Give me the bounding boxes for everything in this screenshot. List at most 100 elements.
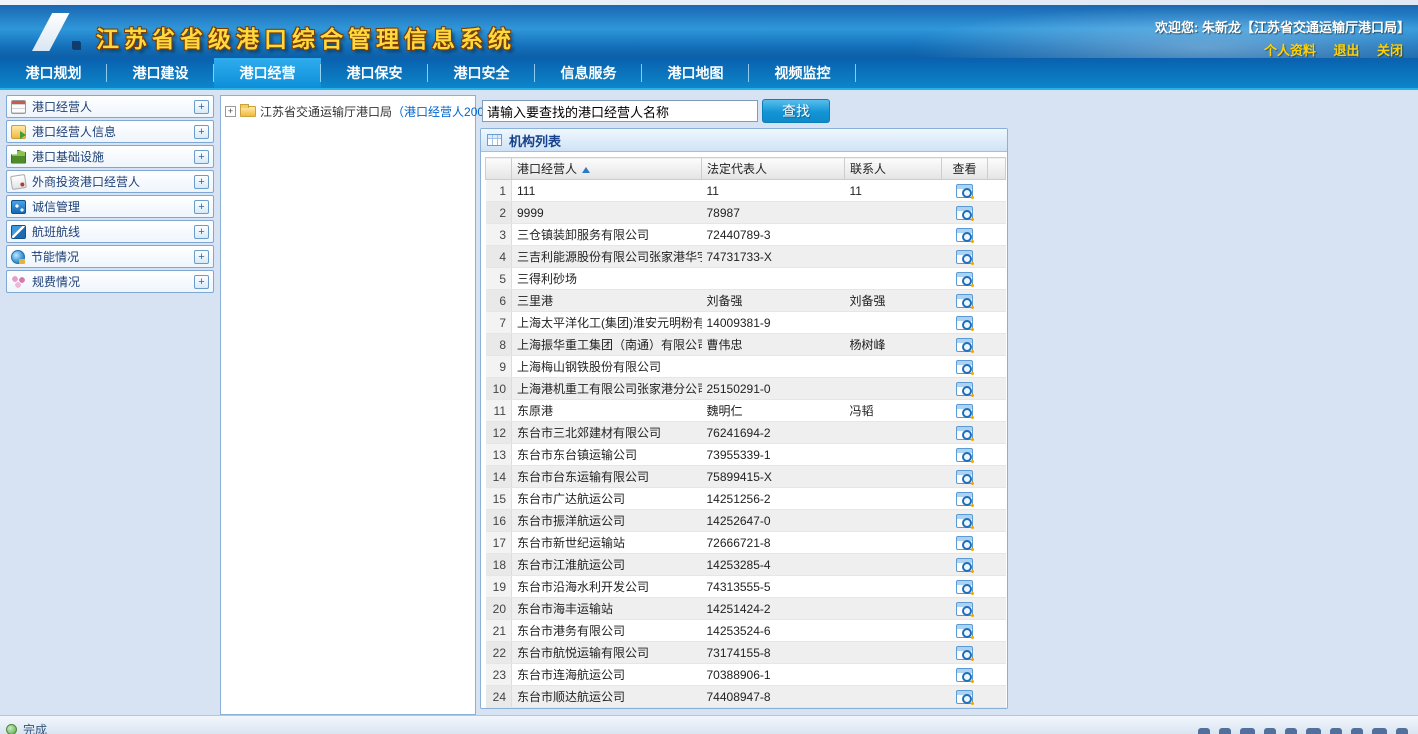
view-icon[interactable]	[956, 602, 973, 616]
cell-view	[942, 664, 988, 686]
cell-legal	[702, 268, 845, 290]
sidebar-item-4[interactable]: 外商投资港口经营人+	[6, 170, 214, 193]
cell-contact: 杨树峰	[845, 334, 942, 356]
view-icon[interactable]	[956, 382, 973, 396]
app-logo-dot-icon	[72, 41, 80, 49]
cell-view	[942, 532, 988, 554]
taskbar-icon	[1306, 728, 1321, 734]
cell-num: 7	[486, 312, 512, 334]
view-icon[interactable]	[956, 272, 973, 286]
nav-tabs: 港口规划港口建设港口经营港口保安港口安全信息服务港口地图视频监控	[0, 58, 1418, 90]
expand-plus-button[interactable]: +	[194, 200, 209, 214]
route-icon	[11, 225, 26, 239]
view-icon[interactable]	[956, 646, 973, 660]
tab-8[interactable]: 视频监控	[749, 58, 856, 88]
sidebar-item-7[interactable]: 节能情况+	[6, 245, 214, 268]
cell-num: 2	[486, 202, 512, 224]
profile-link[interactable]: 个人资料	[1264, 43, 1316, 58]
sidebar-item-6[interactable]: 航班航线+	[6, 220, 214, 243]
table-row: 24东台市顺达航运公司74408947-8	[486, 686, 1006, 708]
table-row: 12东台市三北郊建材有限公司76241694-2	[486, 422, 1006, 444]
cell-name: 东台市新世纪运输站	[512, 532, 702, 554]
cell-view	[942, 400, 988, 422]
close-link[interactable]: 关闭	[1377, 43, 1403, 58]
table-row: 11111111	[486, 180, 1006, 202]
logout-link[interactable]: 退出	[1334, 43, 1360, 58]
view-icon[interactable]	[956, 338, 973, 352]
sidebar-item-2[interactable]: 港口经营人信息+	[6, 120, 214, 143]
view-icon[interactable]	[956, 228, 973, 242]
cell-num: 16	[486, 510, 512, 532]
expand-plus-button[interactable]: +	[194, 225, 209, 239]
view-icon[interactable]	[956, 360, 973, 374]
expand-plus-button[interactable]: +	[194, 250, 209, 264]
cell-num: 5	[486, 268, 512, 290]
cell-view	[942, 378, 988, 400]
view-icon[interactable]	[956, 558, 973, 572]
org-list-panel: 机构列表 港口经营人 法定代表人 联系人 查看 111111112	[480, 128, 1008, 709]
expand-plus-button[interactable]: +	[194, 275, 209, 289]
col-header-contact[interactable]: 联系人	[845, 158, 942, 180]
tree-node-label[interactable]: 江苏省交通运输厅港口局	[260, 103, 392, 120]
sidebar-item-1[interactable]: 港口经营人+	[6, 95, 214, 118]
view-icon[interactable]	[956, 184, 973, 198]
view-icon[interactable]	[956, 206, 973, 220]
page-body: 港口经营人+港口经营人信息+港口基础设施+外商投资港口经营人+诚信管理+航班航线…	[0, 92, 1418, 715]
tab-7[interactable]: 港口地图	[642, 58, 749, 88]
search-input[interactable]	[482, 100, 758, 122]
table-row: 14东台市台东运输有限公司75899415-X	[486, 466, 1006, 488]
expand-plus-button[interactable]: +	[194, 175, 209, 189]
table-row: 22东台市航悦运输有限公司73174155-8	[486, 642, 1006, 664]
view-icon[interactable]	[956, 514, 973, 528]
search-button[interactable]: 查找	[762, 99, 830, 123]
cell-view	[942, 290, 988, 312]
view-icon[interactable]	[956, 624, 973, 638]
cell-num: 23	[486, 664, 512, 686]
view-icon[interactable]	[956, 668, 973, 682]
cell-num: 1	[486, 180, 512, 202]
tree-node-root[interactable]: + 江苏省交通运输厅港口局（港口经营人2007）	[225, 103, 471, 120]
col-header-operator[interactable]: 港口经营人	[512, 158, 702, 180]
view-icon[interactable]	[956, 470, 973, 484]
expand-plus-button[interactable]: +	[194, 150, 209, 164]
panel-header: 机构列表	[481, 129, 1007, 152]
view-icon[interactable]	[956, 690, 973, 704]
expand-plus-button[interactable]: +	[194, 100, 209, 114]
view-icon[interactable]	[956, 492, 973, 506]
view-icon[interactable]	[956, 316, 973, 330]
cell-view	[942, 466, 988, 488]
view-icon[interactable]	[956, 536, 973, 550]
tab-1[interactable]: 港口规划	[0, 58, 107, 88]
view-icon[interactable]	[956, 250, 973, 264]
cell-contact: 刘备强	[845, 290, 942, 312]
tab-3[interactable]: 港口经营	[214, 58, 321, 88]
sidebar-item-3[interactable]: 港口基础设施+	[6, 145, 214, 168]
tab-6[interactable]: 信息服务	[535, 58, 642, 88]
tree-expand-icon[interactable]: +	[225, 106, 236, 117]
tab-4[interactable]: 港口保安	[321, 58, 428, 88]
table-row: 7上海太平洋化工(集团)淮安元明粉有...14009381-9	[486, 312, 1006, 334]
cell-contact	[845, 620, 942, 642]
taskbar-icon	[1330, 728, 1342, 734]
tab-2[interactable]: 港口建设	[107, 58, 214, 88]
view-icon[interactable]	[956, 404, 973, 418]
sidebar-item-8[interactable]: 规费情况+	[6, 270, 214, 293]
view-icon[interactable]	[956, 426, 973, 440]
doc-icon	[11, 100, 26, 114]
col-header-legal-rep[interactable]: 法定代表人	[702, 158, 845, 180]
table-row: 4三吉利能源股份有限公司张家港华宇...74731733-X	[486, 246, 1006, 268]
sidebar-item-5[interactable]: 诚信管理+	[6, 195, 214, 218]
cell-view	[942, 554, 988, 576]
tab-5[interactable]: 港口安全	[428, 58, 535, 88]
sort-asc-icon	[582, 167, 590, 173]
expand-plus-button[interactable]: +	[194, 125, 209, 139]
table-row: 17东台市新世纪运输站72666721-8	[486, 532, 1006, 554]
cell-spacer	[988, 422, 1006, 444]
view-icon[interactable]	[956, 294, 973, 308]
view-icon[interactable]	[956, 448, 973, 462]
welcome-text: 欢迎您: 朱新龙【江苏省交通运输厅港口局】	[1155, 17, 1410, 36]
cell-spacer	[988, 620, 1006, 642]
cell-name: 东台市振洋航运公司	[512, 510, 702, 532]
taskbar-icon	[1396, 728, 1408, 734]
view-icon[interactable]	[956, 580, 973, 594]
